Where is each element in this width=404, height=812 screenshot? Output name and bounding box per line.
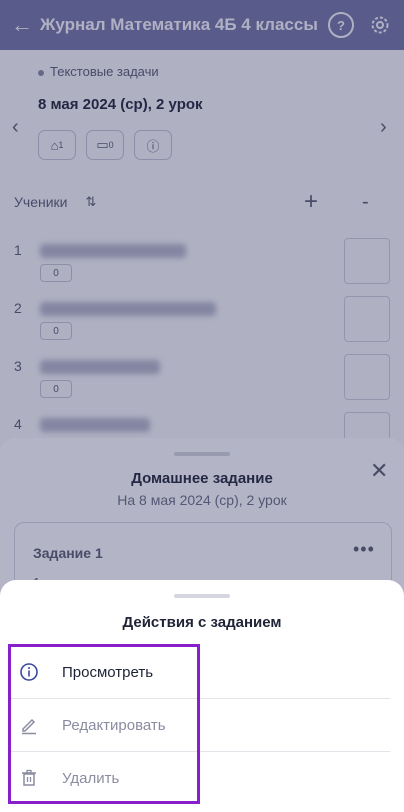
highlight-frame bbox=[8, 644, 200, 804]
actions-title: Действия с заданием bbox=[122, 614, 282, 631]
sheet-handle[interactable] bbox=[174, 594, 230, 598]
actions-sheet: Действия с заданием Просмотреть Редактир… bbox=[0, 580, 404, 812]
